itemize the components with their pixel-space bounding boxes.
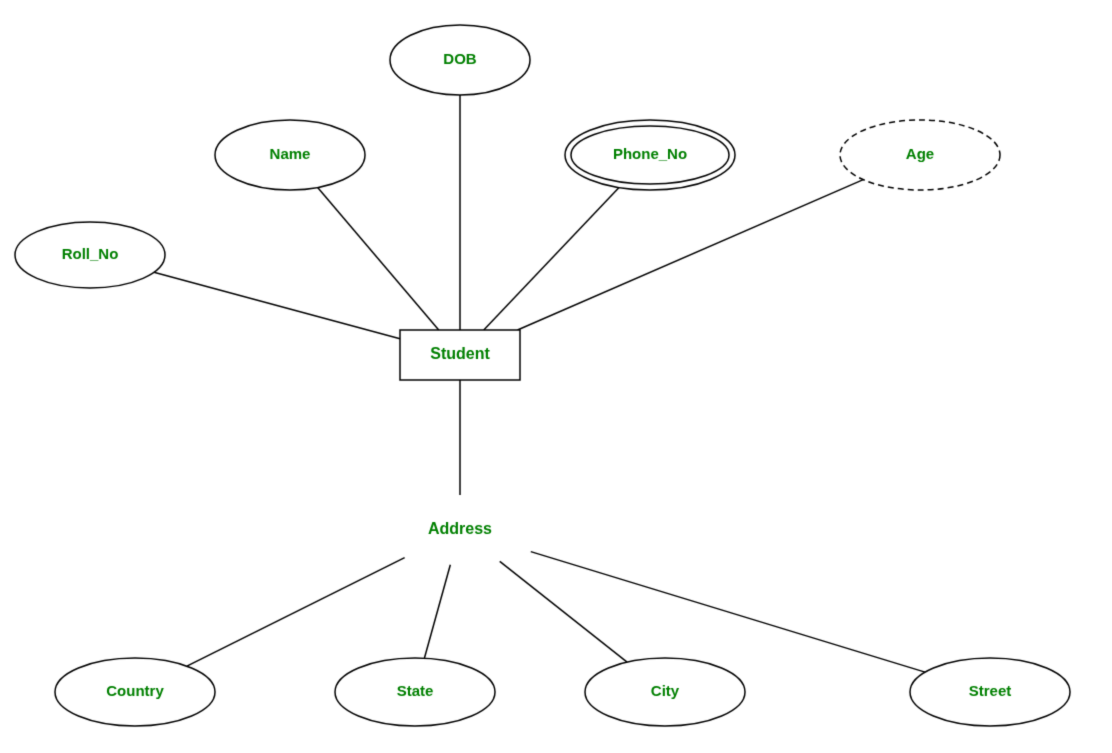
er-diagram [0,0,1112,753]
